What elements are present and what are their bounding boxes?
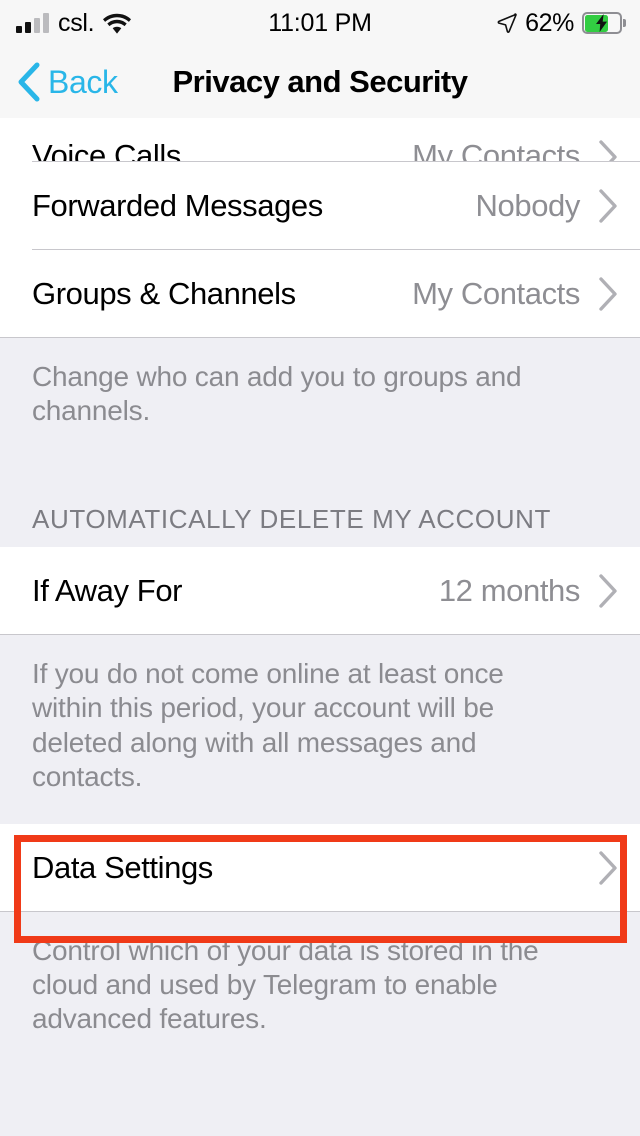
chevron-right-icon bbox=[599, 277, 617, 311]
row-forwarded-messages-value: Nobody bbox=[475, 188, 581, 223]
page-title: Privacy and Security bbox=[172, 64, 469, 99]
footer-data-settings: Control which of your data is stored in … bbox=[0, 911, 640, 1067]
row-groups-channels-value: My Contacts bbox=[412, 276, 580, 311]
row-groups-channels-title: Groups & Channels bbox=[32, 276, 296, 311]
row-data-settings-title: Data Settings bbox=[32, 849, 213, 885]
row-if-away-for-title: If Away For bbox=[32, 573, 183, 609]
footer-groups-channels: Change who can add you to groups and cha… bbox=[0, 338, 640, 459]
data-settings-group: Data Settings bbox=[0, 823, 640, 912]
auto-delete-group: If Away For 12 months bbox=[0, 547, 640, 636]
row-voice-calls[interactable]: Voice Calls My Contacts bbox=[0, 118, 640, 174]
row-if-away-for-value: 12 months bbox=[438, 573, 581, 609]
footer-auto-delete: If you do not come online at least once … bbox=[0, 635, 640, 824]
status-bar-right: 62% bbox=[497, 9, 626, 38]
status-bar: csl. 11:01 PM 62% bbox=[0, 0, 640, 46]
lightning-bolt-icon bbox=[596, 14, 607, 32]
location-arrow-icon bbox=[497, 13, 517, 33]
row-if-away-for[interactable]: If Away For 12 months bbox=[0, 547, 640, 636]
battery-percent-label: 62% bbox=[525, 8, 574, 37]
section-header-auto-delete: AUTOMATICALLY DELETE MY ACCOUNT bbox=[0, 458, 640, 548]
chevron-right-icon bbox=[599, 574, 617, 609]
row-forwarded-messages-title: Forwarded Messages bbox=[32, 188, 323, 223]
row-forwarded-messages[interactable]: Forwarded Messages Nobody bbox=[0, 162, 640, 250]
row-data-settings[interactable]: Data Settings bbox=[0, 823, 640, 912]
privacy-group: Voice Calls My Contacts Forwarded Messag… bbox=[0, 118, 640, 338]
battery-charging-icon bbox=[582, 12, 626, 34]
chevron-right-icon bbox=[599, 851, 617, 885]
settings-scroll-view[interactable]: Voice Calls My Contacts Forwarded Messag… bbox=[0, 118, 640, 1136]
row-groups-channels[interactable]: Groups & Channels My Contacts bbox=[0, 250, 640, 338]
app-screen: csl. 11:01 PM 62% Back Privacy and Secur… bbox=[0, 0, 640, 1136]
navigation-bar: Back Privacy and Security bbox=[0, 46, 640, 118]
chevron-right-icon bbox=[599, 189, 617, 223]
